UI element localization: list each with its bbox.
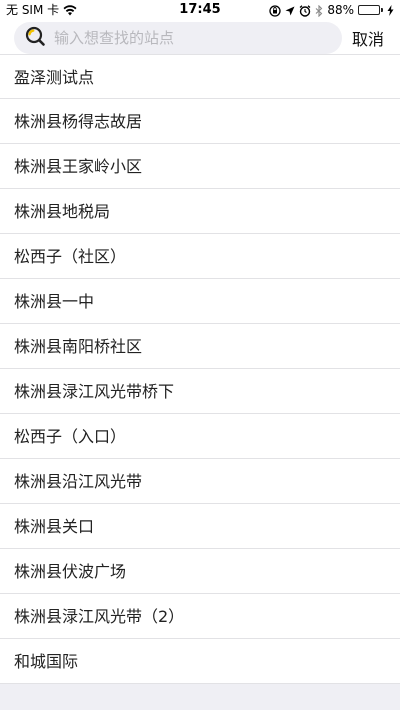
list-item[interactable]: 株洲县一中 — [0, 279, 400, 324]
list-item[interactable]: 和城国际 — [0, 639, 400, 684]
search-input[interactable] — [54, 29, 304, 47]
search-box[interactable] — [14, 22, 342, 54]
battery-icon — [358, 5, 383, 15]
charging-bolt-icon — [387, 0, 394, 20]
status-bar: 无 SIM 卡 17:45 88% — [0, 0, 400, 20]
battery-percent: 88% — [327, 3, 354, 17]
search-header: 取消 — [0, 20, 400, 54]
list-item[interactable]: 株洲县地税局 — [0, 189, 400, 234]
list-item[interactable]: 株洲县王家岭小区 — [0, 144, 400, 189]
list-item[interactable]: 松西子（入口） — [0, 414, 400, 459]
status-right: 88% — [269, 0, 394, 20]
list-item[interactable]: 株洲县渌江风光带（2） — [0, 594, 400, 639]
list-item[interactable]: 盈泽测试点 — [0, 54, 400, 99]
list-item[interactable]: 株洲县杨得志故居 — [0, 99, 400, 144]
alarm-icon — [299, 0, 311, 20]
list-item[interactable]: 株洲县关口 — [0, 504, 400, 549]
list-item[interactable]: 松西子（社区） — [0, 234, 400, 279]
orientation-lock-icon — [269, 0, 281, 20]
list-item[interactable]: 株洲县南阳桥社区 — [0, 324, 400, 369]
cancel-button[interactable]: 取消 — [352, 26, 384, 50]
station-list: 盈泽测试点 株洲县杨得志故居 株洲县王家岭小区 株洲县地税局 松西子（社区） 株… — [0, 54, 400, 684]
list-item[interactable]: 株洲县沿江风光带 — [0, 459, 400, 504]
list-item[interactable]: 株洲县渌江风光带桥下 — [0, 369, 400, 414]
search-icon — [24, 25, 54, 51]
list-item[interactable]: 株洲县伏波广场 — [0, 549, 400, 594]
location-icon — [285, 0, 295, 20]
bluetooth-icon — [315, 0, 323, 20]
